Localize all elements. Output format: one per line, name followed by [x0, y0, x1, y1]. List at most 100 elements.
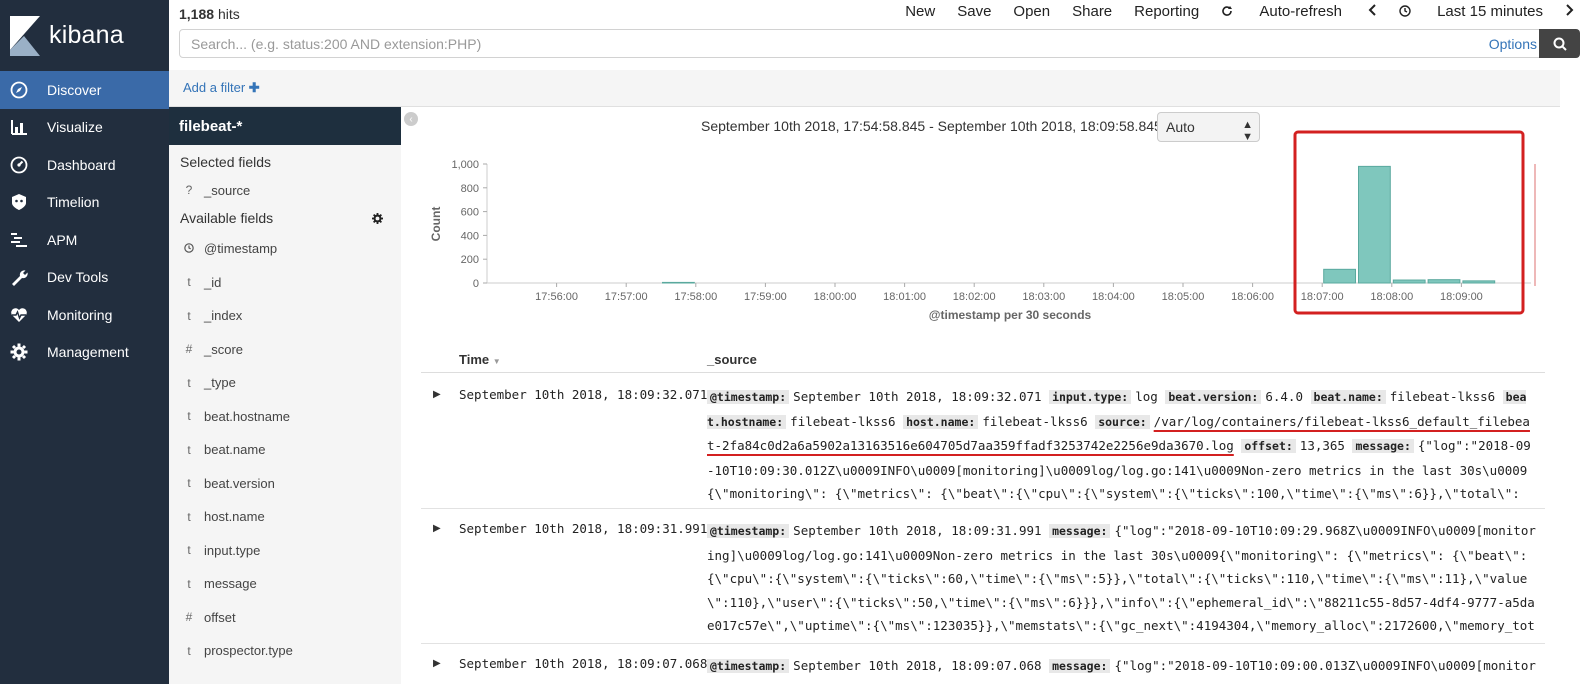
field-item[interactable]: t beat.version: [169, 467, 401, 501]
nav-label: Timelion: [47, 194, 100, 211]
source-field-value: 6.4.0: [1265, 389, 1303, 404]
chevron-right-icon: [1566, 3, 1574, 16]
nav-label: Discover: [47, 81, 102, 98]
save-button[interactable]: Save: [957, 3, 991, 20]
search-input[interactable]: [180, 35, 1489, 52]
nav-item-discover[interactable]: Discover: [0, 71, 169, 109]
bar-chart-icon: [0, 118, 47, 136]
add-filter-button[interactable]: Add a filter ✚: [183, 80, 260, 96]
x-tick-label: 18:04:00: [1092, 291, 1135, 303]
histogram-bar: [1462, 280, 1496, 284]
field-item[interactable]: t host.name: [169, 500, 401, 534]
nav-item-management[interactable]: Management: [0, 334, 169, 372]
source-field-value: September 10th 2018, 18:09:07.068: [793, 658, 1042, 673]
source-field-key: host.name:: [903, 414, 979, 429]
nav-label: APM: [47, 231, 78, 248]
results-table-header: Time ▼ _source: [421, 347, 1545, 373]
source-field-key: @timestamp:: [707, 524, 790, 538]
field-item[interactable]: t _id: [169, 266, 401, 300]
time-picker-label: Last 15 minutes: [1437, 2, 1543, 20]
nav-item-dev-tools[interactable]: Dev Tools: [0, 259, 169, 297]
field-type-icon: t: [187, 409, 191, 424]
field-type-icon: t: [187, 509, 191, 524]
search-button[interactable]: [1539, 29, 1580, 58]
nav-item-monitoring[interactable]: Monitoring: [0, 296, 169, 334]
reporting-button[interactable]: Reporting: [1134, 3, 1199, 20]
y-tick-label: 200: [461, 254, 479, 266]
time-picker-button[interactable]: Last 15 minutes: [1399, 3, 1543, 20]
top-menu: New Save Open Share Reporting Auto-refre…: [883, 0, 1574, 22]
histogram-bar: [1323, 268, 1357, 284]
gear-icon[interactable]: [372, 213, 383, 224]
time-prev-button[interactable]: [1368, 3, 1377, 20]
chevron-left-icon: [1368, 3, 1376, 16]
auto-refresh-button[interactable]: Auto-refresh: [1221, 3, 1342, 20]
share-button[interactable]: Share: [1072, 3, 1112, 20]
nav-item-dashboard[interactable]: Dashboard: [0, 146, 169, 184]
field-type-icon: t: [187, 308, 191, 323]
table-row: ▶ September 10th 2018, 18:09:32.071 @times…: [421, 377, 1545, 509]
expand-row-icon[interactable]: ▶: [433, 523, 441, 534]
field-name: _source: [204, 182, 251, 198]
field-item[interactable]: # _score: [169, 333, 401, 367]
table-row: ▶ September 10th 2018, 18:09:07.068 @times…: [421, 646, 1545, 684]
field-type-icon: t: [187, 375, 191, 390]
nav-item-visualize[interactable]: Visualize: [0, 109, 169, 147]
x-tick-label: 18:01:00: [883, 291, 926, 303]
source-field-value: filebeat-lkss6: [1389, 389, 1496, 404]
time-next-button[interactable]: [1565, 3, 1574, 20]
field-item[interactable]: t beat.hostname: [169, 400, 401, 434]
field-item[interactable]: # offset: [169, 601, 401, 635]
row-source: @timestamp: September 10th 2018, 18:09:32…: [707, 385, 1537, 508]
nav-list: Discover Visualize Dashboard Timelion APM Dev…: [0, 71, 169, 371]
nav-item-apm[interactable]: APM: [0, 221, 169, 259]
row-timestamp: September 10th 2018, 18:09:07.068: [459, 656, 708, 671]
source-field-value: {"log":"2018-09-10T10:09:29.968Z\u0009IN…: [707, 523, 1536, 643]
new-button[interactable]: New: [905, 3, 935, 20]
compass-icon: [0, 81, 47, 99]
filter-bar: Add a filter ✚: [169, 70, 1560, 107]
field-type-icon: t: [187, 442, 191, 457]
right-edge-strip: [1560, 70, 1594, 684]
histogram-bar: [662, 281, 695, 284]
apm-icon: [0, 231, 47, 249]
expand-row-icon[interactable]: ▶: [433, 658, 441, 669]
search-bar: Options: [179, 29, 1550, 58]
field-item[interactable]: t _index: [169, 299, 401, 333]
x-tick-label: 18:06:00: [1231, 291, 1274, 303]
compass-icon: [10, 81, 27, 99]
histogram-chart: 0 200 400 600 800 1,000 17:56:00 17:57:00 17:58:…: [429, 130, 1536, 322]
y-tick-label: 0: [473, 278, 479, 290]
gauge-icon: [0, 156, 47, 174]
field-item[interactable]: t _type: [169, 366, 401, 400]
field-name: _type: [204, 375, 236, 391]
kibana-logo[interactable]: kibana: [0, 0, 169, 71]
nav-label: Dashboard: [47, 156, 116, 173]
time-column-header[interactable]: Time ▼: [459, 352, 501, 367]
field-name: beat.hostname: [204, 408, 291, 424]
field-item[interactable]: ? _source: [169, 176, 401, 204]
x-tick-label: 18:05:00: [1162, 291, 1205, 303]
field-type-icon: ?: [185, 183, 193, 197]
field-item[interactable]: t input.type: [169, 534, 401, 568]
x-axis-title: @timestamp per 30 seconds: [929, 308, 1092, 322]
field-item[interactable]: t message: [169, 567, 401, 601]
field-item[interactable]: t beat.name: [169, 433, 401, 467]
nav-label: Management: [47, 344, 129, 361]
source-field-key: beat.name:: [1310, 390, 1386, 404]
search-icon: [1553, 37, 1567, 51]
field-name: input.type: [204, 542, 261, 558]
expand-row-icon[interactable]: ▶: [433, 389, 441, 400]
source-field-key: message:: [1049, 659, 1111, 673]
index-pattern-selector[interactable]: filebeat-*: [169, 107, 401, 145]
source-field-value: filebeat-lkss6: [982, 413, 1088, 429]
field-item[interactable]: t prospector.type: [169, 634, 401, 668]
field-name: message: [204, 576, 257, 592]
selected-fields-title: Selected fields: [180, 154, 272, 170]
open-button[interactable]: Open: [1013, 3, 1050, 20]
source-field-value: log: [1135, 389, 1158, 404]
field-item[interactable]: @timestamp: [169, 232, 401, 266]
field-name: _id: [204, 274, 222, 290]
nav-item-timelion[interactable]: Timelion: [0, 184, 169, 222]
x-tick-label: 18:07:00: [1301, 291, 1344, 303]
